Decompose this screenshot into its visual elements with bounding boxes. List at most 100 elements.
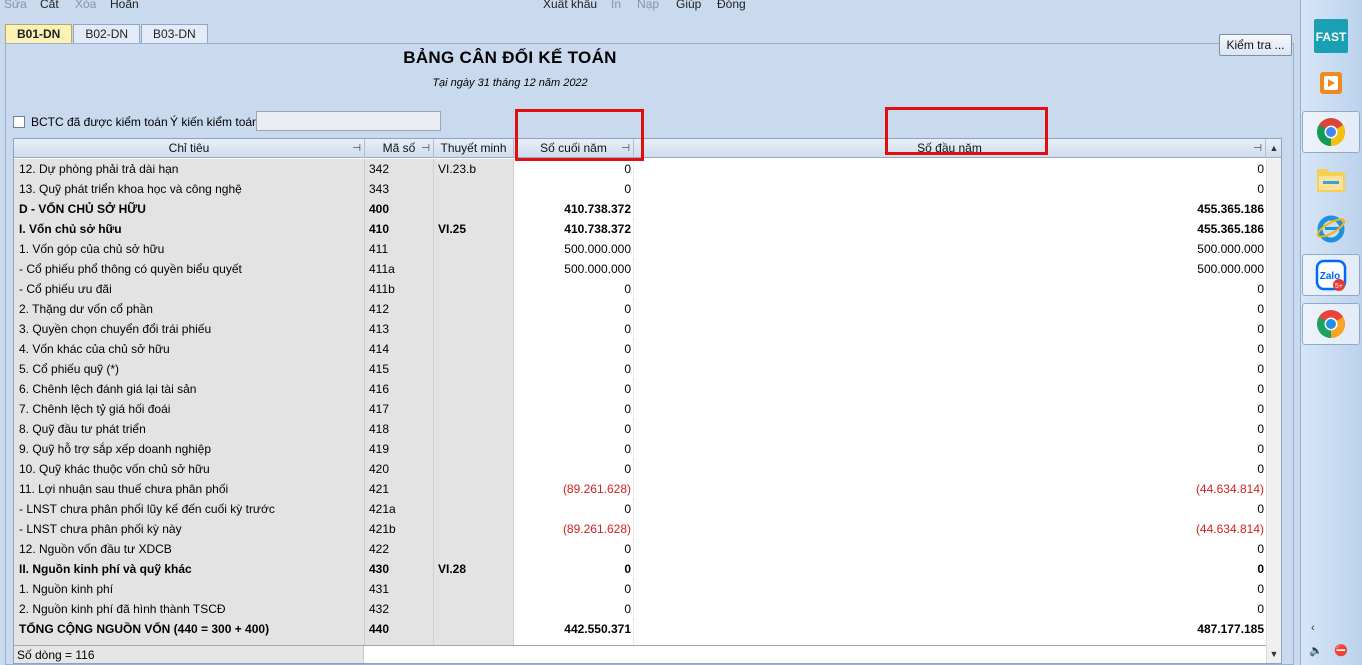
cell-note[interactable] bbox=[434, 419, 514, 439]
cell-note[interactable] bbox=[434, 579, 514, 599]
cell-beginning-of-year[interactable]: 500.000.000 bbox=[634, 239, 1266, 259]
zalo-icon[interactable]: Zalo 5+ bbox=[1302, 254, 1360, 296]
cell-note[interactable] bbox=[434, 479, 514, 499]
table-row[interactable]: - LNST chưa phân phối lũy kế đến cuối kỳ… bbox=[14, 499, 1266, 519]
table-row[interactable]: 6. Chênh lệch đánh giá lại tài sản 416 0 0 bbox=[14, 379, 1266, 399]
tab-b03-dn[interactable]: B03-DN bbox=[141, 24, 208, 43]
audit-opinion-input[interactable] bbox=[256, 111, 441, 131]
table-row[interactable]: 2. Thặng dư vốn cổ phần 412 0 0 bbox=[14, 299, 1266, 319]
table-row[interactable]: 13. Quỹ phát triển khoa học và công nghệ… bbox=[14, 179, 1266, 199]
cell-indicator[interactable]: 1. Vốn góp của chủ sở hữu bbox=[14, 239, 365, 259]
cell-end-of-year[interactable]: 0 bbox=[514, 419, 634, 439]
cell-beginning-of-year[interactable]: 0 bbox=[634, 419, 1266, 439]
cell-code[interactable]: 431 bbox=[365, 579, 434, 599]
cell-indicator[interactable]: 10. Quỹ khác thuộc vốn chủ sở hữu bbox=[14, 459, 365, 479]
cell-indicator[interactable]: 12. Dự phòng phải trả dài hạn bbox=[14, 159, 365, 179]
cell-beginning-of-year[interactable]: 0 bbox=[634, 539, 1266, 559]
cell-end-of-year[interactable]: (89.261.628) bbox=[514, 519, 634, 539]
cell-beginning-of-year[interactable]: 0 bbox=[634, 379, 1266, 399]
cell-note[interactable] bbox=[434, 339, 514, 359]
cell-note[interactable] bbox=[434, 399, 514, 419]
cell-beginning-of-year[interactable]: 0 bbox=[634, 319, 1266, 339]
cell-indicator[interactable]: 12. Nguồn vốn đầu tư XDCB bbox=[14, 539, 365, 559]
pin-icon[interactable]: ⊣ bbox=[421, 139, 430, 158]
cell-code[interactable]: 432 bbox=[365, 599, 434, 619]
cell-beginning-of-year[interactable]: 0 bbox=[634, 399, 1266, 419]
tray-network-icon[interactable]: ⛔ bbox=[1334, 644, 1348, 657]
table-row[interactable]: 11. Lợi nhuận sau thuế chưa phân phối 421… bbox=[14, 479, 1266, 499]
vertical-scrollbar[interactable] bbox=[1266, 159, 1281, 663]
cell-note[interactable] bbox=[434, 239, 514, 259]
cell-code[interactable]: 430 bbox=[365, 559, 434, 579]
cell-code[interactable]: 420 bbox=[365, 459, 434, 479]
audited-checkbox[interactable] bbox=[13, 116, 25, 128]
internet-explorer-icon[interactable] bbox=[1312, 209, 1350, 247]
cell-note[interactable] bbox=[434, 519, 514, 539]
cell-code[interactable]: 411a bbox=[365, 259, 434, 279]
cell-end-of-year[interactable]: 410.738.372 bbox=[514, 199, 634, 219]
cell-end-of-year[interactable]: 0 bbox=[514, 539, 634, 559]
cell-indicator[interactable]: - Cổ phiếu ưu đãi bbox=[14, 279, 365, 299]
cell-end-of-year[interactable]: 0 bbox=[514, 179, 634, 199]
table-row[interactable]: 12. Dự phòng phải trả dài hạn 342 VI.23.b 0… bbox=[14, 159, 1266, 179]
cell-code[interactable]: 410 bbox=[365, 219, 434, 239]
table-row[interactable]: 7. Chênh lệch tỷ giá hối đoái 417 0 0 bbox=[14, 399, 1266, 419]
cell-code[interactable]: 419 bbox=[365, 439, 434, 459]
cell-note[interactable]: VI.23.b bbox=[434, 159, 514, 179]
cell-end-of-year[interactable]: 0 bbox=[514, 459, 634, 479]
cell-beginning-of-year[interactable]: 0 bbox=[634, 159, 1266, 179]
table-row[interactable]: 10. Quỹ khác thuộc vốn chủ sở hữu 420 0 0 bbox=[14, 459, 1266, 479]
cell-end-of-year[interactable]: 0 bbox=[514, 559, 634, 579]
table-row[interactable]: 1. Nguồn kinh phí 431 0 0 bbox=[14, 579, 1266, 599]
cell-code[interactable]: 440 bbox=[365, 619, 434, 639]
pin-icon[interactable]: ⊣ bbox=[1253, 139, 1262, 158]
menu-print[interactable]: In bbox=[611, 0, 621, 11]
header-code[interactable]: Mã số ⊣ bbox=[365, 139, 434, 158]
menu-close[interactable]: Đóng bbox=[717, 0, 746, 11]
cell-beginning-of-year[interactable]: 500.000.000 bbox=[634, 259, 1266, 279]
table-row[interactable]: 2. Nguồn kinh phí đã hình thành TSCĐ 432 0… bbox=[14, 599, 1266, 619]
cell-code[interactable]: 414 bbox=[365, 339, 434, 359]
media-player-icon[interactable] bbox=[1312, 64, 1350, 102]
table-row[interactable]: 5. Cổ phiếu quỹ (*) 415 0 0 bbox=[14, 359, 1266, 379]
pin-icon[interactable]: ⊣ bbox=[352, 139, 361, 158]
cell-note[interactable] bbox=[434, 199, 514, 219]
check-button[interactable]: Kiểm tra ... bbox=[1219, 34, 1292, 56]
table-row[interactable]: I. Vốn chủ sở hữu 410 VI.25 410.738.372 455.… bbox=[14, 219, 1266, 239]
cell-note[interactable]: VI.25 bbox=[434, 219, 514, 239]
tab-b01-dn[interactable]: B01-DN bbox=[5, 24, 73, 43]
cell-code[interactable]: 418 bbox=[365, 419, 434, 439]
cell-indicator[interactable]: - LNST chưa phân phối kỳ này bbox=[14, 519, 365, 539]
table-row[interactable]: 3. Quyền chọn chuyển đổi trái phiếu 413 0 0 bbox=[14, 319, 1266, 339]
cell-end-of-year[interactable]: 0 bbox=[514, 439, 634, 459]
menu-help[interactable]: Giúp bbox=[676, 0, 701, 11]
cell-indicator[interactable]: 2. Thặng dư vốn cổ phần bbox=[14, 299, 365, 319]
header-note[interactable]: Thuyết minh bbox=[434, 139, 514, 158]
cell-indicator[interactable]: D - VỐN CHỦ SỞ HỮU bbox=[14, 199, 365, 219]
cell-beginning-of-year[interactable]: 0 bbox=[634, 439, 1266, 459]
chrome-canary-icon[interactable] bbox=[1302, 303, 1360, 345]
cell-beginning-of-year[interactable]: 455.365.186 bbox=[634, 199, 1266, 219]
cell-code[interactable]: 413 bbox=[365, 319, 434, 339]
file-explorer-icon[interactable] bbox=[1312, 162, 1350, 200]
cell-indicator[interactable]: I. Vốn chủ sở hữu bbox=[14, 219, 365, 239]
menu-delete[interactable]: Xóa bbox=[75, 0, 96, 11]
fast-icon[interactable]: FAST bbox=[1312, 17, 1350, 55]
cell-code[interactable]: 412 bbox=[365, 299, 434, 319]
cell-indicator[interactable]: 8. Quỹ đầu tư phát triển bbox=[14, 419, 365, 439]
cell-indicator[interactable]: 6. Chênh lệch đánh giá lại tài sản bbox=[14, 379, 365, 399]
menu-export[interactable]: Xuất khẩu bbox=[543, 0, 597, 11]
cell-beginning-of-year[interactable]: 487.177.185 bbox=[634, 619, 1266, 639]
table-row[interactable]: - Cổ phiếu ưu đãi 411b 0 0 bbox=[14, 279, 1266, 299]
cell-indicator[interactable]: 11. Lợi nhuận sau thuế chưa phân phối bbox=[14, 479, 365, 499]
cell-end-of-year[interactable]: 0 bbox=[514, 279, 634, 299]
cell-beginning-of-year[interactable]: 0 bbox=[634, 459, 1266, 479]
cell-code[interactable]: 411b bbox=[365, 279, 434, 299]
cell-indicator[interactable]: 2. Nguồn kinh phí đã hình thành TSCĐ bbox=[14, 599, 365, 619]
cell-note[interactable] bbox=[434, 459, 514, 479]
cell-beginning-of-year[interactable]: 0 bbox=[634, 599, 1266, 619]
cell-note[interactable] bbox=[434, 179, 514, 199]
cell-beginning-of-year[interactable]: 0 bbox=[634, 279, 1266, 299]
cell-indicator[interactable]: TỔNG CỘNG NGUỒN VỐN (440 = 300 + 400) bbox=[14, 619, 365, 639]
cell-beginning-of-year[interactable]: 0 bbox=[634, 339, 1266, 359]
